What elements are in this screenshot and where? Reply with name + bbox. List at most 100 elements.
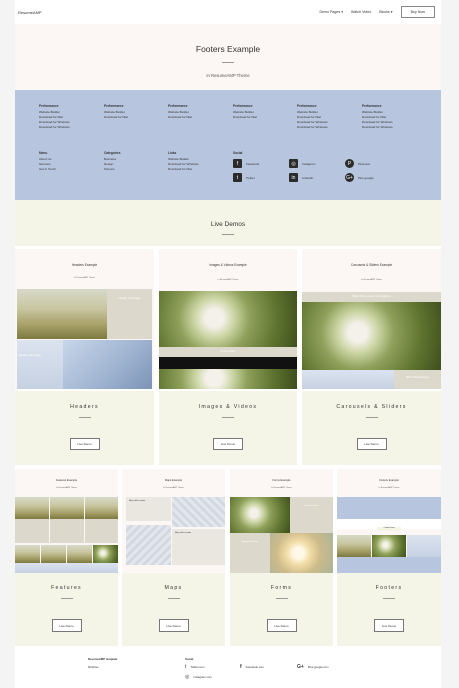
brand-logo[interactable]: ResumeAMP: [18, 10, 42, 15]
thumb-overlay-label: Map with Location: [129, 500, 146, 502]
thumb-subtitle: In ResumeAMP Theme: [163, 487, 184, 489]
page-footer: ResumeAMP template Mobirise Social t Twi…: [15, 650, 441, 688]
footer-link[interactable]: Download for Mac: [168, 115, 192, 120]
footer-link[interactable]: Get In Touch: [39, 167, 56, 172]
demo-card-footer: Forms Live Demo: [230, 573, 333, 646]
demo-card-carousels-sliders: Carousels & Sliders Example In ResumeAMP…: [302, 249, 441, 465]
video-frame: [159, 357, 297, 369]
thumb-overlay-label: Newsletter Form: [304, 505, 319, 507]
instagram-icon: ◎: [289, 159, 298, 168]
feature-image: [41, 545, 66, 563]
social-twitter[interactable]: t Twitter: [233, 173, 255, 182]
footer-link-instagram[interactable]: ◎ Instagram.com: [185, 674, 212, 680]
footer-link-twitter[interactable]: t Twitter.com: [185, 664, 205, 670]
footer-column: Performance Website Builder Download for…: [168, 104, 192, 120]
footer-brand[interactable]: ResumeAMP template: [88, 657, 117, 661]
demo-thumbnail[interactable]: Forms Example In ResumeAMP Theme Newslet…: [230, 469, 333, 573]
footer-link[interactable]: Science: [104, 167, 120, 172]
live-demo-button[interactable]: Live Demo: [374, 619, 404, 632]
footer-column-title: Performance: [297, 104, 317, 108]
demo-card-label: Features: [51, 585, 82, 591]
form-block: Appointment Form: [230, 533, 270, 573]
thumb-overlay-label: Contact Form: [383, 527, 395, 529]
thumb-title: Images & Videos Example: [209, 263, 247, 267]
nav-item-blocks[interactable]: Blocks ▾: [379, 10, 392, 14]
footer-column-title: Performance: [233, 104, 253, 108]
map-info-block: Map with Location: [126, 497, 171, 521]
footer-preview-image: [372, 535, 406, 557]
social-linkedin[interactable]: in LinkedIn: [289, 173, 313, 182]
footer-preview: [337, 497, 441, 519]
thumb-subtitle: In ResumeAMP Theme: [271, 487, 292, 489]
live-demo-button[interactable]: Live Demo: [51, 619, 82, 632]
social-label: Twitter: [246, 175, 255, 180]
footer-link[interactable]: Download for Mac: [168, 167, 199, 172]
footer-column-title: Categories: [104, 151, 121, 155]
footer-link[interactable]: Download for Windows: [362, 125, 393, 130]
demo-thumbnail[interactable]: Maps Example In ResumeAMP Theme Map with…: [122, 469, 225, 573]
thumb-overlay-label: Slider With Autoplay And Lightbox: [352, 295, 391, 298]
footer-brand-sub[interactable]: Mobirise: [88, 665, 99, 669]
social-label: Plus google: [358, 175, 374, 180]
footer-column: Performance Website Builder Download for…: [297, 104, 328, 130]
footer-column-title: Performance: [168, 104, 188, 108]
form-image: [230, 497, 290, 533]
nav-item-demo-pages[interactable]: Demo Pages ▾: [319, 10, 343, 14]
demo-card-maps: Maps Example In ResumeAMP Theme Map with…: [122, 469, 225, 646]
footer-demo-section: Performance Website Builder Download for…: [15, 90, 441, 200]
googleplus-icon: G+: [297, 664, 304, 670]
footer-link[interactable]: Download for Windows: [39, 125, 70, 130]
footer-social-title: Social: [185, 657, 194, 661]
demo-thumbnail[interactable]: Footers Example In ResumeAMP Theme Conta…: [337, 469, 441, 573]
footer-column-title: Links: [168, 151, 177, 155]
demo-thumbnail[interactable]: Carousels & Sliders Example In ResumeAMP…: [302, 249, 441, 389]
social-label: Facebook: [246, 161, 260, 166]
live-demo-button[interactable]: Live Demo: [69, 438, 100, 450]
demo-card-features: Features Example In ResumeAMP Theme Feat…: [15, 469, 118, 646]
form-block: Newsletter Form: [290, 497, 333, 533]
footer-preview: [337, 557, 441, 573]
card-divider: [222, 417, 234, 418]
buy-now-button[interactable]: Buy Now: [400, 6, 435, 18]
demo-thumbnail[interactable]: Images & Videos Example In ResumeAMP The…: [159, 249, 297, 389]
social-label: Instagram: [302, 161, 316, 166]
demo-card-footers: Footers Example In ResumeAMP Theme Conta…: [337, 469, 441, 646]
nav-item-watch-video[interactable]: Watch Video: [351, 10, 371, 14]
thumb-title: Maps Example: [164, 479, 183, 482]
footer-link-label: Twitter.com: [190, 665, 205, 669]
live-demo-button[interactable]: Live Demo: [266, 619, 297, 632]
section-divider: [222, 234, 234, 235]
social-googleplus[interactable]: G+ Plus google: [345, 173, 374, 182]
social-pinterest[interactable]: P Pinterest: [345, 159, 370, 168]
page-subtitle: In ResumeAMP Theme: [206, 73, 250, 78]
footer-link-facebook[interactable]: f Facebook.com: [240, 664, 264, 670]
pinterest-icon: P: [345, 159, 354, 168]
live-demo-button[interactable]: Live Demo: [356, 438, 387, 450]
live-demo-button[interactable]: Live Demo: [158, 619, 189, 632]
footer-link-googleplus[interactable]: G+ Plus.google.com: [297, 664, 329, 670]
twitter-icon: t: [185, 664, 187, 670]
demo-card-images-videos: Images & Videos Example In ResumeAMP The…: [159, 249, 297, 465]
thumb-subtitle: In ResumeAMP Theme: [378, 487, 400, 489]
footer-column-title: Performance: [39, 104, 59, 108]
footer-link[interactable]: Download for Mac: [233, 115, 257, 120]
live-demo-button[interactable]: Live Demo: [213, 438, 243, 450]
demo-card-footer: Maps Live Demo: [122, 573, 225, 646]
page: ResumeAMP Demo Pages ▾ Watch Video Block…: [15, 0, 441, 688]
footer-column-title: Performance: [362, 104, 382, 108]
social-instagram[interactable]: ◎ Instagram: [289, 159, 315, 168]
flower-image: [159, 369, 297, 389]
demo-thumbnail[interactable]: Features Example In ResumeAMP Theme: [15, 469, 118, 573]
social-facebook[interactable]: f Facebook: [233, 159, 259, 168]
googleplus-icon: G+: [345, 173, 354, 182]
hero-section: Footers Example In ResumeAMP Theme: [15, 24, 441, 90]
card-divider: [383, 598, 395, 599]
blossom-image: [63, 340, 152, 389]
footer-link-label: Plus.google.com: [307, 665, 329, 669]
footer-link[interactable]: Download for Windows: [297, 125, 328, 130]
demo-card-footer: Images & Videos Live Demo: [159, 391, 297, 465]
footer-link[interactable]: Download for Mac: [104, 115, 128, 120]
feature-image: [93, 545, 118, 563]
card-divider: [275, 598, 288, 599]
demo-thumbnail[interactable]: Headers Example In ResumeAMP Theme Heade…: [15, 249, 154, 389]
